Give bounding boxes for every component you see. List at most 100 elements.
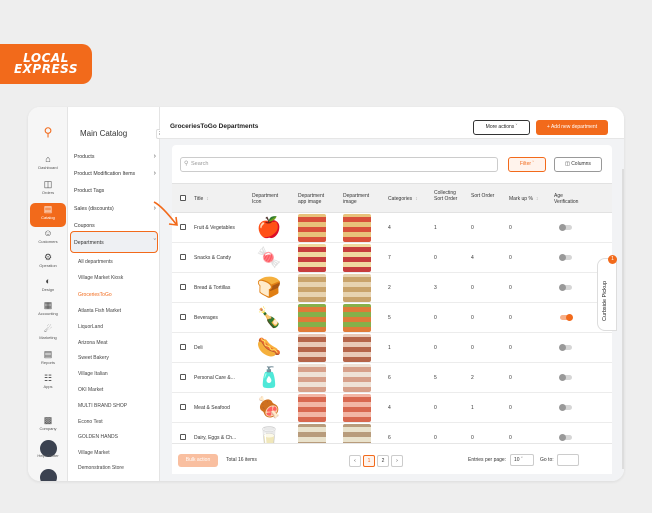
- row-sort-order: 4: [471, 255, 474, 261]
- sidebar-item-product-tags[interactable]: Product Tags: [74, 188, 158, 194]
- rail-item-design[interactable]: ◐ Design: [30, 276, 66, 300]
- col-age-verification[interactable]: Age Verification: [554, 193, 588, 205]
- customers-icon: ☺: [43, 228, 53, 238]
- row-checkbox[interactable]: [180, 314, 186, 320]
- toggle-knob: [559, 404, 566, 411]
- col-collecting-sort-order[interactable]: Collecting Sort Order: [434, 190, 464, 202]
- dept-store-econo-test[interactable]: Econo Test: [78, 419, 158, 425]
- age-verification-toggle[interactable]: [559, 344, 572, 351]
- more-actions-button[interactable]: More actions ˇ: [473, 120, 530, 135]
- rail-item-operation[interactable]: ⚙ Operation: [30, 252, 66, 276]
- rail-item-catalog[interactable]: ▤ Catalog: [30, 203, 66, 227]
- rail-item-dashboard[interactable]: ⌂ Dashboard: [30, 154, 66, 178]
- row-categories: 2: [388, 285, 391, 291]
- table-footer: Bulk action Total 16 items ‹ 1 2 › Entri…: [172, 443, 612, 474]
- dept-store-sweet-bakery[interactable]: Sweet Bakery: [78, 355, 158, 361]
- rail-item-customers[interactable]: ☺ Customers: [30, 228, 66, 252]
- main-content: GroceriesToGo Departments More actions ˇ…: [160, 107, 624, 481]
- sort-icon: ↕: [206, 196, 209, 202]
- col-title[interactable]: Title ↕: [194, 196, 209, 202]
- row-checkbox[interactable]: [180, 344, 186, 350]
- col-markup[interactable]: Mark up % ↕: [509, 196, 538, 202]
- age-verification-toggle[interactable]: [559, 434, 572, 441]
- toggle-knob: [559, 374, 566, 381]
- table-row[interactable]: Fruit & Vegetables 🍎 4 1 0 0: [172, 213, 612, 243]
- chevron-down-icon: ˇ: [532, 161, 535, 167]
- search-input[interactable]: ⚲ Search: [180, 157, 498, 172]
- sidebar-item-departments-label: Departments ˇ: [74, 239, 156, 246]
- age-verification-toggle[interactable]: [559, 404, 572, 411]
- rail-item-marketing[interactable]: ☄ Marketing: [30, 324, 66, 348]
- rail-item-apps[interactable]: ☷ Apps: [30, 373, 66, 397]
- dept-store-liquorland[interactable]: LiquorLand: [78, 324, 158, 330]
- col-categories[interactable]: Categories ↕: [388, 196, 418, 202]
- rail-item-accounting[interactable]: ▦ Accounting: [30, 300, 66, 324]
- age-verification-toggle[interactable]: [560, 314, 573, 321]
- chevron-down-icon: ˇ: [153, 239, 156, 246]
- dept-store-oki-market[interactable]: OKI Market: [78, 387, 158, 393]
- row-checkbox[interactable]: [180, 254, 186, 260]
- row-categories: 1: [388, 345, 391, 351]
- row-categories: 6: [388, 375, 391, 381]
- page-1-button[interactable]: 1: [363, 455, 375, 467]
- sidebar-item-sales-discounts[interactable]: Sales (discounts) ›: [74, 205, 158, 212]
- dept-store-golden-hands[interactable]: GOLDEN HANDS: [78, 434, 158, 440]
- sidebar-item-products[interactable]: Products ›: [74, 153, 158, 160]
- local-express-logo: LOCAL EXPRESS: [0, 44, 92, 84]
- dept-store-arizona-meat[interactable]: Arizona Meat: [78, 340, 158, 346]
- col-department-image[interactable]: Department image: [343, 193, 377, 205]
- operation-icon: ⚙: [43, 252, 53, 262]
- row-checkbox[interactable]: [180, 434, 186, 440]
- table-row[interactable]: Personal Care &... 🧴 6 5 2 0: [172, 363, 612, 393]
- entries-per-page-select[interactable]: 10 ˇ: [510, 454, 534, 466]
- department-image: [343, 214, 371, 242]
- age-verification-toggle[interactable]: [559, 254, 572, 261]
- dept-store-village-market-kiosk[interactable]: Village Market Kiosk: [78, 275, 158, 281]
- col-department-icon[interactable]: Department Icon: [252, 193, 286, 205]
- sidebar-item-coupons[interactable]: Coupons: [74, 223, 158, 229]
- table-row[interactable]: Deli 🌭 1 0 0 0: [172, 333, 612, 363]
- row-checkbox[interactable]: [180, 404, 186, 410]
- dept-store-all-departments[interactable]: All departments: [78, 259, 158, 265]
- col-department-app-image[interactable]: Department app image: [298, 193, 332, 205]
- filter-button[interactable]: Filter ˇ: [508, 157, 546, 172]
- toggle-knob: [566, 314, 573, 321]
- rail-item-company[interactable]: ▩ Company: [30, 415, 66, 439]
- sidebar-item-product-modification-items[interactable]: Product Modification Items ›: [74, 170, 158, 177]
- toggle-knob: [559, 344, 566, 351]
- next-page-button[interactable]: ›: [391, 455, 403, 467]
- dept-store-demonstration-store[interactable]: Demonstration Store: [78, 465, 158, 471]
- rail-item-reports[interactable]: ▤ Reports: [30, 349, 66, 373]
- row-checkbox[interactable]: [180, 284, 186, 290]
- age-verification-toggle[interactable]: [559, 224, 572, 231]
- age-verification-toggle[interactable]: [559, 374, 572, 381]
- row-sort-order: 0: [471, 225, 474, 231]
- row-checkbox[interactable]: [180, 374, 186, 380]
- bulk-action-button[interactable]: Bulk action: [178, 454, 218, 467]
- go-to-input[interactable]: [557, 454, 579, 466]
- dept-store-village-market[interactable]: Village Market: [78, 450, 158, 456]
- prev-page-button[interactable]: ‹: [349, 455, 361, 467]
- department-app-image: [298, 244, 326, 272]
- user-avatar[interactable]: [40, 469, 57, 481]
- page-2-button[interactable]: 2: [377, 455, 389, 467]
- dept-store-village-italian[interactable]: Village Italian: [78, 371, 158, 377]
- dept-store-atlanta-fish-market[interactable]: Atlanta Fish Market: [78, 308, 158, 314]
- table-row[interactable]: Beverages 🍾 5 0 0 0: [172, 303, 612, 333]
- columns-button[interactable]: ◫ Columns: [554, 157, 602, 172]
- rail-item-help-center[interactable]: Help Center: [30, 453, 66, 463]
- age-verification-toggle[interactable]: [559, 284, 572, 291]
- add-new-department-button[interactable]: + Add new department: [536, 120, 608, 135]
- table-row[interactable]: Snacks & Candy 🍬 7 0 4 0: [172, 243, 612, 273]
- dept-store-multi-brand-shop[interactable]: MULTI BRAND SHOP: [78, 403, 158, 409]
- chevron-down-icon: ˇ: [515, 124, 518, 130]
- curbside-pickup-tab[interactable]: 1 Curbside Pickup: [597, 255, 617, 331]
- table-row[interactable]: Bread & Tortillas 🍞 2 3 0 0: [172, 273, 612, 303]
- dept-store-groceriestogo[interactable]: GroceriesToGo: [78, 292, 158, 298]
- rail-item-orders[interactable]: ◫ Orders: [30, 179, 66, 203]
- row-markup: 0: [509, 315, 512, 321]
- col-sort-order[interactable]: Sort Order: [471, 193, 501, 199]
- table-row[interactable]: Meat & Seafood 🍖 4 0 1 0: [172, 393, 612, 423]
- scrollbar[interactable]: [622, 169, 624, 469]
- accounting-icon: ▦: [43, 300, 53, 310]
